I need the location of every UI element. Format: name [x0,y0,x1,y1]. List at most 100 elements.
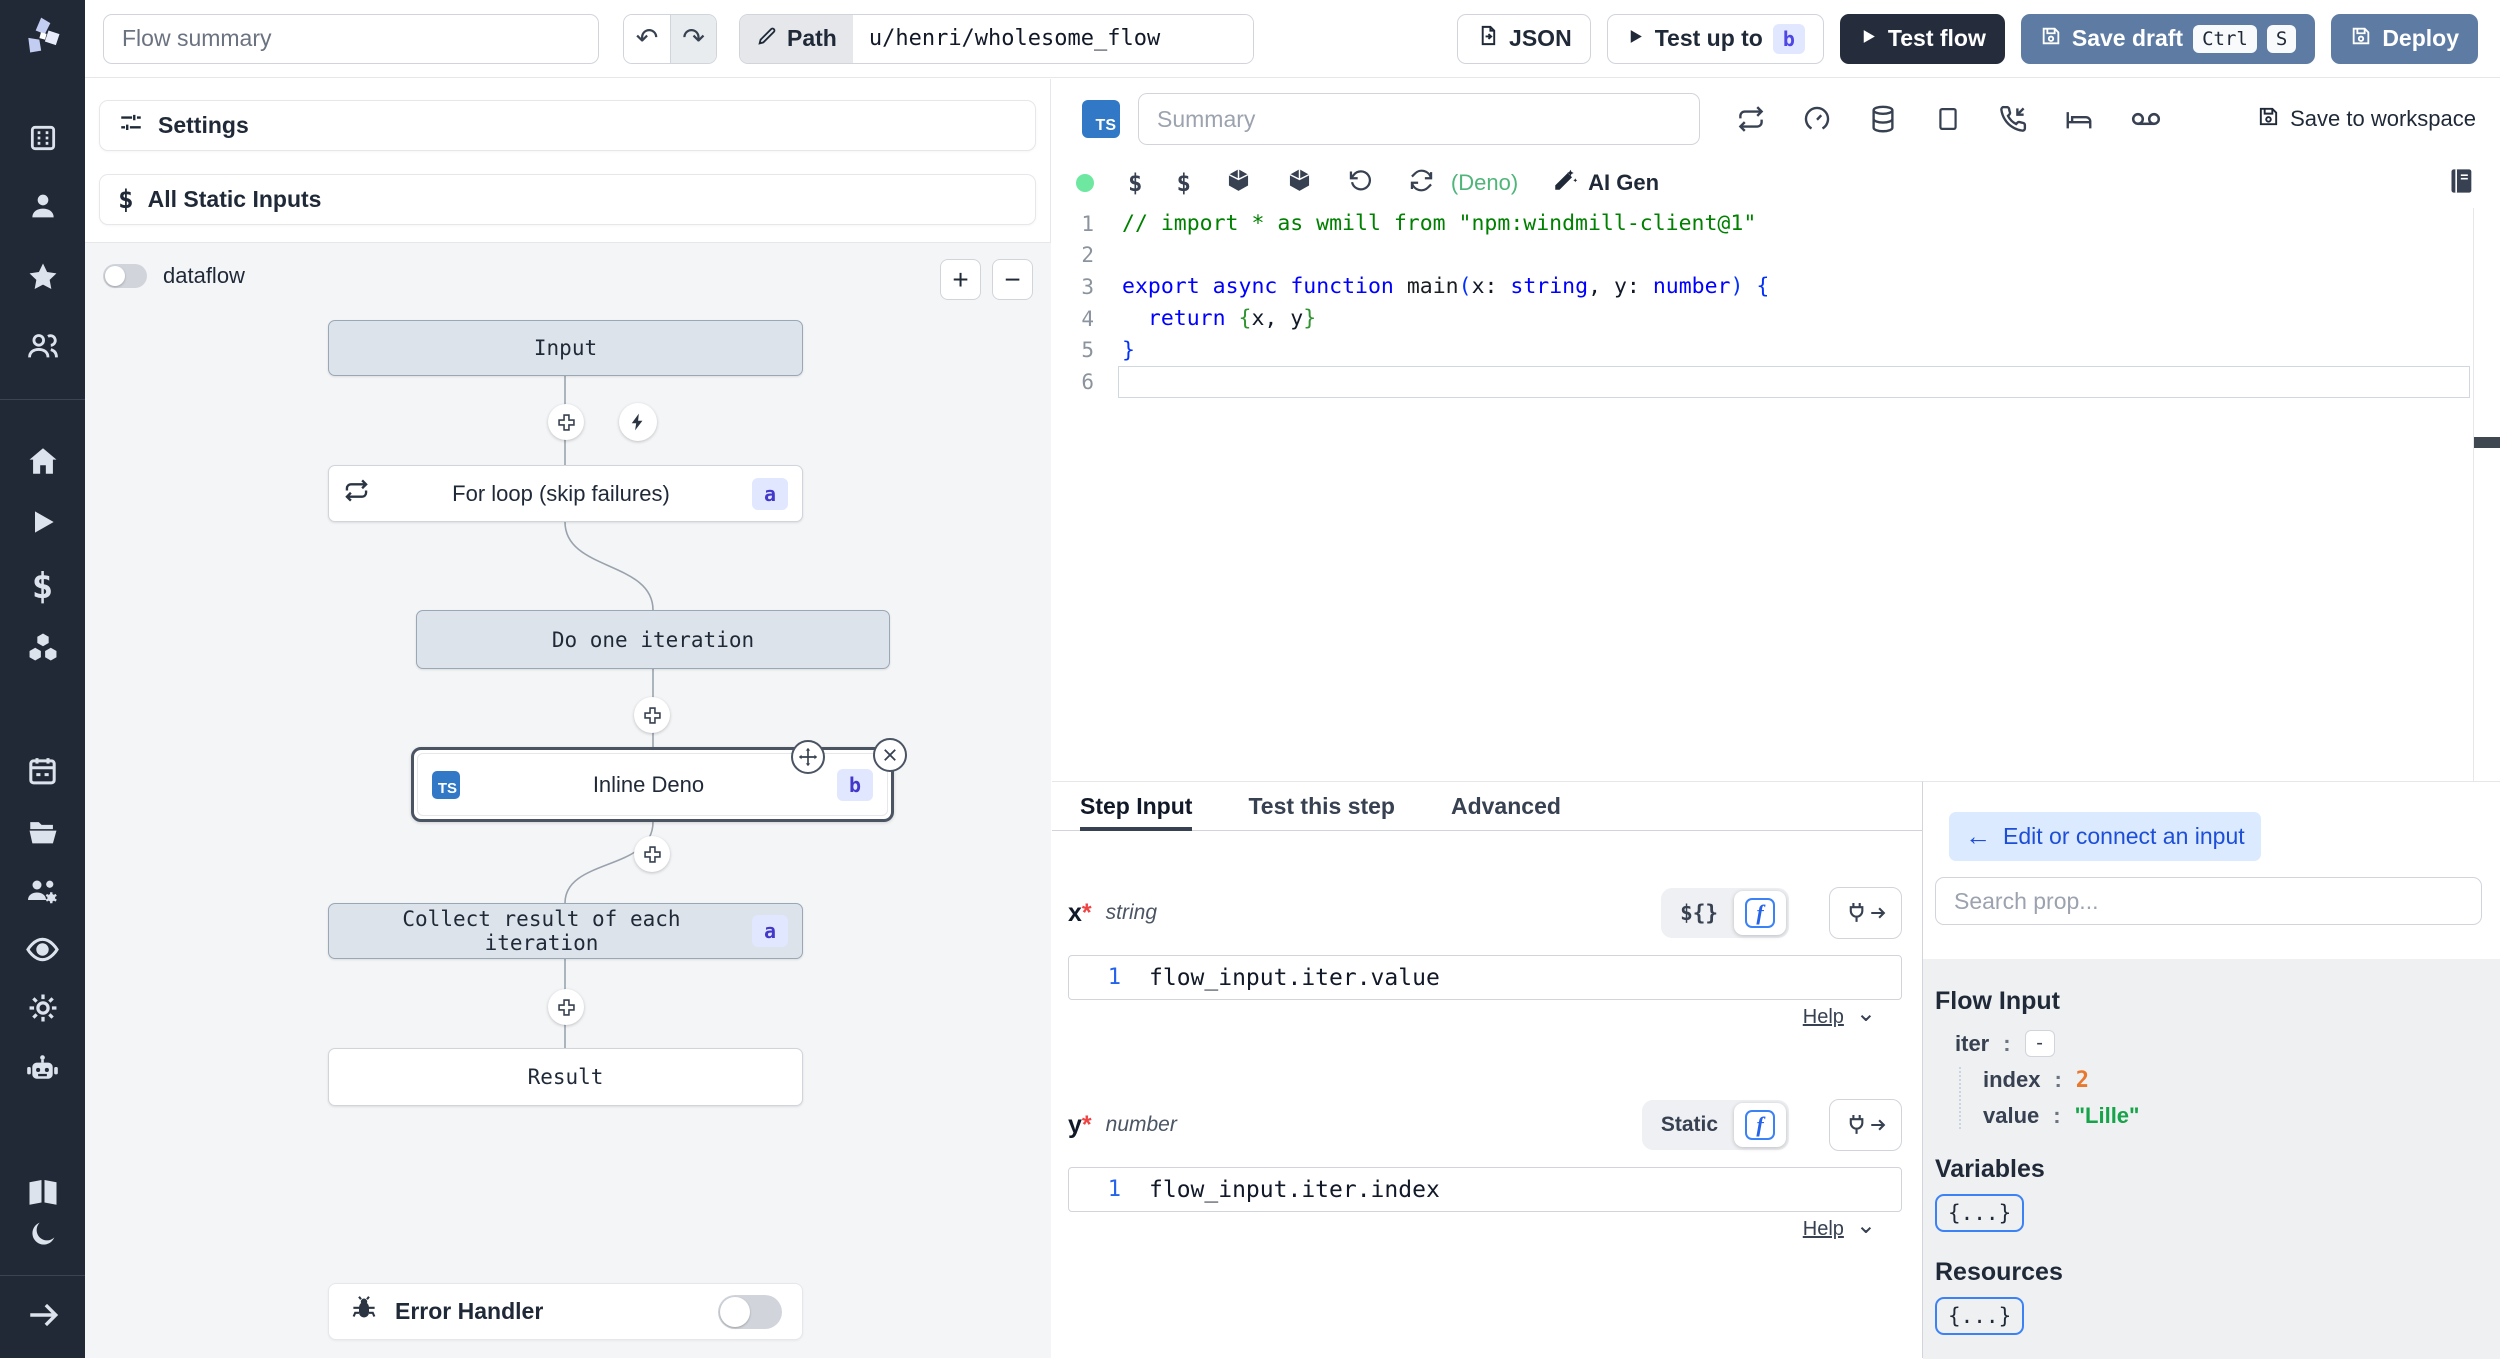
edit-or-connect-button[interactable]: ← Edit or connect an input [1949,812,2261,861]
field-y-connect-button[interactable] [1829,1099,1902,1151]
sidebar-favorites-icon[interactable] [0,260,85,294]
flow-node-forloop[interactable]: For loop (skip failures) a [328,465,803,522]
code-line[interactable]: 6 [1052,365,2500,398]
sidebar-apps-icon[interactable] [0,122,85,154]
save-to-workspace-button[interactable]: Save to workspace [2257,105,2476,134]
code-line[interactable]: 4 return {x, y} [1052,303,2500,335]
ai-gen-button[interactable]: AI Gen [1552,167,1659,199]
tree-row-iter[interactable]: iter : - [1955,1030,2500,1057]
reload-runtime-icon[interactable] [1408,167,1435,199]
sidebar-settings-icon[interactable] [0,991,85,1025]
help-link[interactable]: Help [1803,1006,1844,1029]
suspend-phone-icon[interactable] [1998,104,2028,134]
sidebar-runs-icon[interactable] [0,506,85,538]
sidebar-collapse-arrow-icon[interactable] [0,1298,85,1332]
add-step-button[interactable] [548,989,584,1025]
flow-node-collect[interactable]: Collect result of each iteration a [328,903,803,959]
tree-row-index[interactable]: index : 2 [1983,1067,2500,1093]
redo-button[interactable]: ↷ [670,14,716,63]
sidebar-groups-icon[interactable] [0,329,85,363]
code-line[interactable]: 1// import * as wmill from "npm:windmill… [1052,208,2500,240]
sidebar-user-icon[interactable] [0,190,85,222]
test-up-to-button[interactable]: Test up to b [1606,13,1824,64]
flow-summary-input[interactable] [103,13,599,64]
sidebar-variables-icon[interactable]: $ [0,566,85,607]
mode-javascript-option[interactable]: f [1734,891,1786,935]
code-line[interactable]: 3 export async function main(x: string, y… [1052,271,2500,303]
chevron-down-icon[interactable]: ⌄ [1856,999,1876,1028]
cache-database-icon[interactable] [1868,104,1898,134]
field-y-expression-editor[interactable]: 1 flow_input.iter.index [1068,1167,1902,1212]
collapse-toggle-button[interactable]: - [2024,1030,2055,1057]
docs-book-icon[interactable] [2448,165,2476,202]
all-static-inputs-button[interactable]: $ All Static Inputs [99,174,1036,225]
chevron-down-icon[interactable]: ⌄ [1856,1211,1876,1240]
path-input[interactable] [852,14,1253,63]
sidebar-schedules-icon[interactable] [0,754,85,787]
resource-picker-icon[interactable]: $ [1176,169,1190,197]
tab-test-this-step[interactable]: Test this step [1248,782,1395,830]
save-draft-button[interactable]: Save draft Ctrl S [2020,13,2316,64]
windmill-logo-icon[interactable] [0,14,85,58]
sidebar-theme-moon-icon[interactable] [0,1218,85,1250]
undo-button[interactable]: ↶ [624,14,670,63]
tab-advanced[interactable]: Advanced [1451,782,1561,830]
sidebar-resources-icon[interactable] [0,630,85,664]
code-line[interactable]: 2 [1052,240,2500,272]
error-handler-card[interactable]: Error Handler [328,1283,803,1340]
package-icon[interactable] [1225,167,1252,199]
error-handler-toggle[interactable] [718,1294,782,1329]
search-prop-input[interactable] [1935,877,2482,925]
voicemail-icon[interactable] [2130,103,2162,135]
deploy-button[interactable]: Deploy [2331,13,2478,64]
zoom-out-button[interactable]: − [992,259,1033,300]
add-step-button[interactable] [634,836,670,872]
retry-icon[interactable] [1736,104,1766,134]
prop-tree-area: Flow Input iter : - index : 2 value : "L… [1923,959,2500,1359]
code-line[interactable]: 5} [1052,334,2500,366]
reset-code-icon[interactable] [1347,167,1374,199]
code-editor[interactable]: 1// import * as wmill from "npm:windmill… [1052,208,2500,781]
dataflow-toggle[interactable] [103,264,147,288]
package-icon[interactable] [1286,167,1313,199]
tree-children: index : 2 value : "Lille" [1959,1067,2500,1129]
tab-step-input[interactable]: Step Input [1080,782,1193,831]
add-step-button[interactable] [548,404,584,440]
sidebar-workers-icon[interactable] [0,873,85,909]
flow-node-result[interactable]: Result [328,1048,803,1106]
path-button[interactable]: Path [740,14,853,63]
sidebar-folders-icon[interactable] [0,815,85,849]
field-x-connect-button[interactable] [1829,887,1902,939]
deploy-label: Deploy [2382,25,2459,51]
delete-node-button[interactable] [873,738,907,772]
early-stop-gauge-icon[interactable] [1802,104,1832,134]
mode-static-option[interactable]: Static [1645,1113,1734,1137]
field-x-expression: flow_input.iter.value [1149,964,1440,991]
step-summary-input[interactable] [1138,93,1700,145]
resources-object-button[interactable]: {...} [1935,1297,2025,1335]
typescript-badge[interactable]: TS [1082,100,1120,138]
variable-picker-icon[interactable]: $ [1128,169,1142,197]
path-button-label: Path [787,25,837,51]
sleep-bed-icon[interactable] [2064,104,2094,134]
zoom-in-button[interactable]: + [940,259,981,300]
settings-button[interactable]: Settings [99,100,1036,151]
help-link[interactable]: Help [1803,1218,1844,1241]
tree-row-value[interactable]: value : "Lille" [1983,1103,2500,1129]
field-x-expression-editor[interactable]: 1 flow_input.iter.value [1068,955,1902,1000]
mode-javascript-option[interactable]: f [1734,1103,1786,1147]
sidebar-home-icon[interactable] [0,444,85,478]
move-node-button[interactable] [791,740,825,774]
sidebar-ai-bot-icon[interactable] [0,1051,85,1086]
add-step-button[interactable] [634,697,670,733]
test-flow-button[interactable]: Test flow [1839,13,2005,64]
sidebar-audit-icon[interactable] [0,932,85,967]
json-button[interactable]: JSON [1457,13,1591,64]
variables-object-button[interactable]: {...} [1935,1194,2025,1232]
mock-icon[interactable] [1934,105,1962,133]
sidebar-docs-icon[interactable] [0,1174,85,1210]
mode-template-option[interactable]: ${} [1664,901,1734,925]
flow-node-iteration[interactable]: Do one iteration [416,610,890,669]
add-trigger-button[interactable] [619,403,657,441]
flow-node-input[interactable]: Input [328,320,803,376]
